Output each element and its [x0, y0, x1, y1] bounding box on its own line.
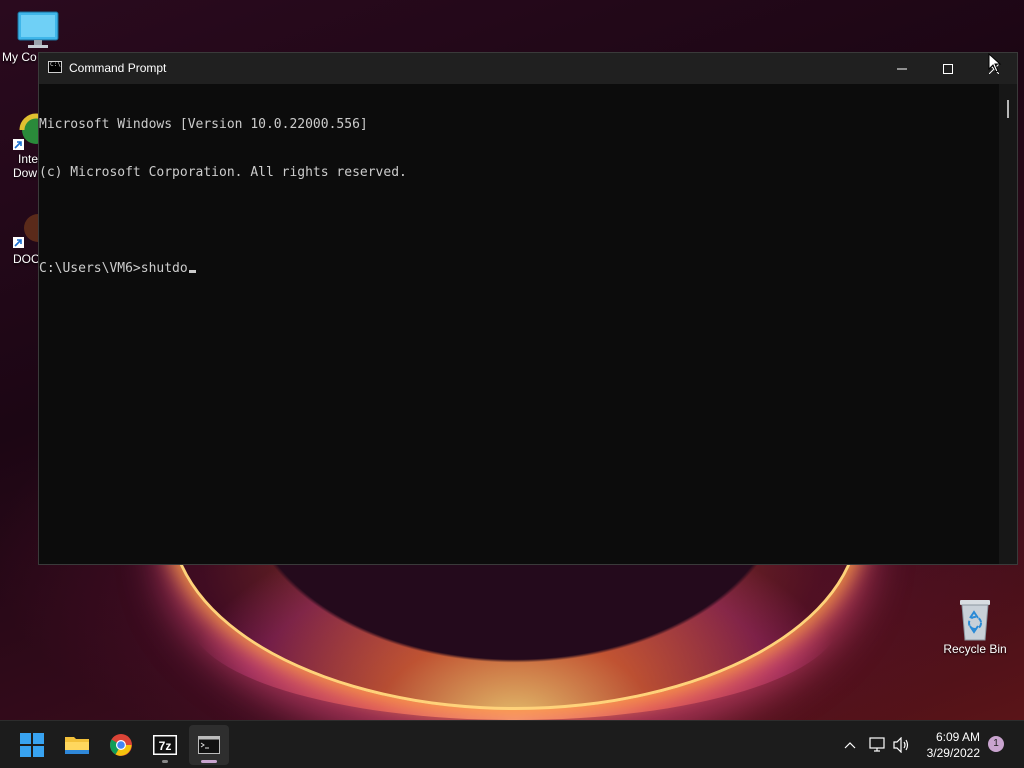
- minimize-button[interactable]: [879, 53, 925, 84]
- chevron-up-icon: [844, 742, 856, 749]
- doom-icon: [13, 214, 40, 248]
- desktop-icon-label: Inte: [18, 152, 39, 166]
- console-prompt-line[interactable]: C:\Users\VM6>shutdo: [39, 261, 999, 277]
- network-button[interactable]: [868, 735, 888, 755]
- svg-text:7z: 7z: [159, 739, 172, 753]
- network-icon: [869, 737, 885, 752]
- cmd-icon: C:\: [48, 61, 62, 73]
- speaker-icon: [893, 737, 909, 753]
- 7zip-icon: 7z: [153, 735, 177, 755]
- taskbar-file-explorer[interactable]: [57, 725, 97, 765]
- active-indicator: [201, 760, 217, 763]
- desktop-icon-label: Dow: [13, 166, 38, 180]
- desktop-icon-label: Recycle Bin: [943, 642, 1007, 656]
- command-prompt-window[interactable]: C:\ Command Prompt Microsoft Windows [Ve…: [38, 52, 1018, 565]
- clock-time: 6:09 AM: [935, 730, 980, 744]
- volume-button[interactable]: [892, 735, 912, 755]
- windows-logo-icon: [20, 733, 44, 757]
- taskbar-command-prompt[interactable]: [189, 725, 229, 765]
- maximize-button[interactable]: [925, 53, 971, 84]
- notification-badge[interactable]: 1: [988, 736, 1004, 752]
- scrollbar-thumb[interactable]: [1007, 100, 1009, 118]
- taskbar-chrome[interactable]: [101, 725, 141, 765]
- taskbar-clock[interactable]: 6:09 AM 3/29/2022: [918, 729, 980, 761]
- download-manager-icon: [13, 113, 40, 150]
- window-titlebar[interactable]: C:\ Command Prompt: [39, 53, 1017, 84]
- recycle-bin-icon: [960, 600, 990, 641]
- maximize-icon: [943, 63, 953, 74]
- clock-date: 3/29/2022: [926, 746, 980, 760]
- chrome-icon: [110, 734, 132, 756]
- folder-icon: [65, 737, 89, 754]
- monitor-icon: [17, 11, 59, 48]
- taskbar: 7z 6:09 AM 3/29/2022: [0, 720, 1024, 768]
- console-output[interactable]: Microsoft Windows [Version 10.0.22000.55…: [39, 84, 999, 564]
- desktop-icon-internet-download[interactable]: Inte Dow: [10, 112, 40, 180]
- window-title: Command Prompt: [69, 61, 167, 75]
- taskbar-7zip[interactable]: 7z: [145, 725, 185, 765]
- console-line: (c) Microsoft Corporation. All rights re…: [39, 165, 407, 180]
- desktop-icon-doom[interactable]: DOO: [10, 210, 40, 266]
- desktop-icon-label: DOO: [13, 252, 41, 266]
- start-button[interactable]: [12, 725, 52, 765]
- running-indicator: [162, 760, 168, 763]
- vertical-scrollbar[interactable]: [999, 84, 1017, 564]
- desktop-icon-recycle-bin[interactable]: Recycle Bin: [940, 596, 1010, 656]
- mouse-pointer-icon: [988, 53, 1002, 73]
- show-hidden-icons-button[interactable]: [840, 735, 860, 755]
- console-command: C:\Users\VM6>shutdo: [39, 261, 188, 276]
- cmd-icon: [198, 736, 220, 754]
- minimize-icon: [897, 68, 907, 69]
- text-cursor: [188, 270, 196, 273]
- console-line: Microsoft Windows [Version 10.0.22000.55…: [39, 117, 368, 132]
